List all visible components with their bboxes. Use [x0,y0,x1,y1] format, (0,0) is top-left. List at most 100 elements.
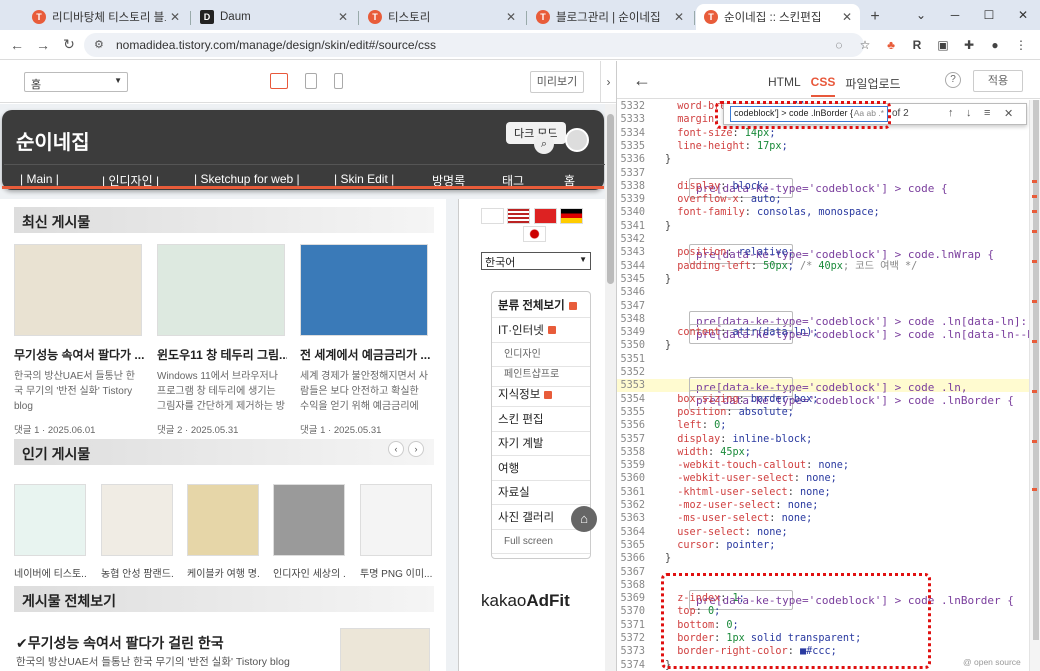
preview-button[interactable]: 미리보기 [530,71,584,93]
code-line[interactable]: -ms-user-select: none; [665,512,812,525]
blog-nav-item[interactable]: | Sketchup for web | [194,172,300,186]
collapse-panel-icon[interactable]: › [600,61,616,103]
post-card[interactable]: 윈도우11 창 테두리 그림... Windows 11에서 브라우저나 프로그램… [157,244,287,436]
maximize-button[interactable]: ☐ [972,0,1006,30]
close-tab-icon[interactable]: ✕ [338,10,348,24]
code-line[interactable]: -moz-user-select: none; [665,499,818,512]
code-line[interactable]: position: relative; [665,246,794,259]
close-tab-icon[interactable]: ✕ [170,10,180,24]
popular-title[interactable]: 농협 안성 팜랜드... [101,565,173,580]
popular-thumbnail[interactable] [273,484,345,556]
code-line[interactable]: box-sizing: border-box; [665,393,818,406]
code-line[interactable]: -khtml-user-select: none; [665,486,830,499]
close-tab-icon[interactable]: ✕ [674,10,684,24]
editor-tab[interactable]: HTML [768,75,801,97]
post-card[interactable]: 무기성능 속여서 팔다가 ... 한국의 방산UAE서 들통난 한국 무기의 '반… [14,244,144,436]
code-line[interactable]: position: absolute; [665,406,794,419]
flag-cn-icon[interactable] [533,208,557,224]
new-tab-icon[interactable]: + [864,4,886,30]
category-item[interactable]: 여행 [492,457,590,481]
browser-tab[interactable]: T 리디바탕체 티스토리 블로그에 ✕ [24,4,191,30]
page-select[interactable]: 홈 ▼ [24,72,128,92]
popular-thumbnail[interactable] [360,484,432,556]
open-source-link[interactable]: @ open source [963,657,1021,667]
apply-button[interactable]: 적용 [973,70,1023,92]
post-card-title[interactable]: 윈도우11 창 테두리 그림... [157,346,287,363]
close-tab-icon[interactable]: ✕ [506,10,516,24]
home-float-icon[interactable]: ⌂ [571,506,597,532]
search-icon[interactable]: ⌕ [534,134,554,154]
code-line[interactable]: user-select: none; [665,526,787,539]
popular-title[interactable]: 네이버에 티스토... [14,565,86,580]
code-line[interactable]: width: 45px; [665,446,751,459]
tablet-view-icon[interactable] [305,73,317,89]
mobile-view-icon[interactable] [334,73,343,89]
preview-scrollbar[interactable] [605,104,616,671]
forward-icon[interactable]: → [30,37,56,53]
popular-post[interactable]: 네이버에 티스토... [14,484,86,580]
category-item[interactable]: 자료실 [492,481,590,505]
post-thumbnail[interactable] [157,244,285,336]
find-in-selection-icon[interactable]: ≡ [984,107,990,119]
popular-post[interactable]: 농협 안성 팜랜드... [101,484,173,580]
flag-us-icon[interactable] [507,208,531,224]
popular-thumbnail[interactable] [187,484,259,556]
popular-post[interactable]: 투명 PNG 이미... [360,484,432,580]
reload-icon[interactable]: ↻ [56,36,82,53]
language-select[interactable]: 한국어 ▼ [481,252,591,270]
popular-title[interactable]: 투명 PNG 이미... [360,565,432,580]
close-tab-icon[interactable]: ✕ [842,10,852,24]
close-window-button[interactable]: ✕ [1006,0,1040,30]
flag-kr-icon[interactable] [481,208,504,224]
editor-scrollbar[interactable] [1029,100,1040,671]
tab-search-icon[interactable]: ⌄ [904,0,938,30]
profile-avatar[interactable]: ● [982,38,1008,52]
blog-nav-item[interactable]: | Skin Edit | [334,172,394,186]
code-line[interactable]: -webkit-touch-callout: none; [665,459,849,472]
popular-thumbnail[interactable] [101,484,173,556]
browser-tab[interactable]: T 티스토리 ✕ [360,4,527,30]
extension-icon[interactable]: ♣ [878,38,904,52]
code-line[interactable]: font-family: consolas, monospace; [665,206,879,219]
popular-title[interactable]: 케이블카 여행 명... [187,565,259,580]
url-field[interactable]: ⚙ nomadidea.tistory.com/manage/design/sk… [84,33,864,57]
code-line[interactable]: } [665,273,671,286]
flag-jp-icon[interactable] [523,226,546,242]
code-line[interactable]: } [665,220,671,233]
category-item[interactable]: Full screen [492,530,590,554]
extension-r-icon[interactable]: R [904,38,930,52]
browser-tab[interactable]: D Daum ✕ [192,4,359,30]
menu-icon[interactable]: ⋮ [1008,38,1034,52]
code-line[interactable]: cursor: pointer; [665,539,775,552]
flag-de-icon[interactable] [560,208,584,224]
code-line[interactable]: display: inline-block; [665,433,812,446]
browser-tab[interactable]: T 순이네집 :: 스킨편집 ✕ [696,4,860,30]
code-line[interactable]: } [665,153,671,166]
find-next-icon[interactable]: ↓ [966,107,972,119]
post-thumbnail[interactable] [14,244,142,336]
extension-box-icon[interactable]: ▣ [930,38,956,52]
back-icon[interactable]: ← [4,37,30,53]
eye-off-icon[interactable]: ◌ [826,38,852,52]
next-arrow-icon[interactable]: › [408,441,424,457]
blog-nav-item[interactable]: | Main | [20,172,59,186]
popular-title[interactable]: 인디자인 세상의 ... [273,565,345,580]
code-line[interactable]: } [665,339,671,352]
post-thumbnail[interactable] [300,244,428,336]
code-line[interactable]: -webkit-user-select: none; [665,472,837,485]
category-item[interactable]: 지식정보 [492,383,590,407]
code-line[interactable]: content: attr(data-ln); [665,326,818,339]
post-card-title[interactable]: 전 세계에서 예금금리가 ... [300,346,430,363]
editor-tab[interactable]: 파일업로드 [845,75,900,97]
post-card[interactable]: 전 세계에서 예금금리가 ... 세계 경제가 불안정해지면서 사람들은 보다 안… [300,244,430,436]
category-item[interactable]: 스킨 편집 [492,408,590,432]
find-close-icon[interactable]: ✕ [1004,107,1013,120]
code-line[interactable]: line-height: 17px; [665,140,787,153]
blog-title[interactable]: 순이네집 [16,126,90,155]
code-line[interactable]: left: 0; [665,419,726,432]
back-arrow-icon[interactable]: ← [633,70,651,91]
popular-post[interactable]: 케이블카 여행 명... [187,484,259,580]
bookmark-star-icon[interactable]: ☆ [852,38,878,52]
help-icon[interactable]: ? [945,72,961,88]
browser-tab[interactable]: T 블로그관리 | 순이네집 ✕ [528,4,695,30]
